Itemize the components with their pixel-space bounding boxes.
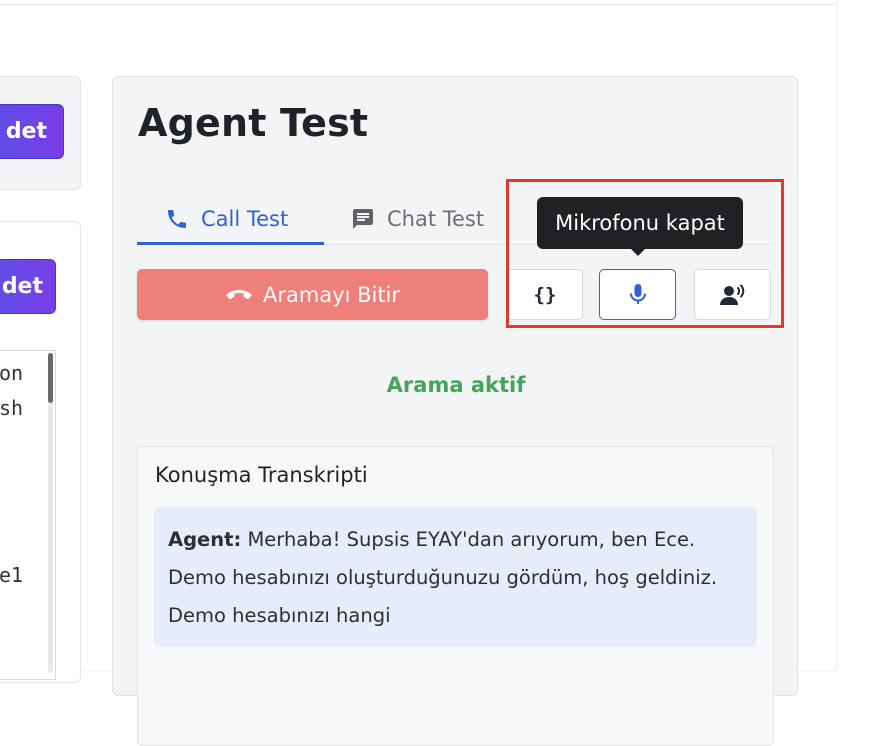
agent-test-card: Agent Test Call Test Chat Test Aramayı B…: [112, 76, 798, 746]
left-panel-card: det: [0, 76, 81, 190]
header-divider: [0, 4, 836, 5]
message-text: Merhaba! Supsis EYAY'dan arıyorum, ben E…: [168, 528, 718, 627]
hang-up-icon: [225, 289, 252, 299]
call-status: Arama aktif: [386, 373, 526, 397]
tab-chat-test[interactable]: Chat Test: [351, 193, 484, 245]
tab-chat-test-label: Chat Test: [387, 207, 485, 231]
active-tab-indicator: [137, 242, 324, 245]
message-speaker: Agent:: [168, 528, 242, 551]
end-call-button[interactable]: Aramayı Bitir: [137, 269, 488, 320]
highlight-annotation: [506, 179, 784, 328]
left-list-text: sh: [0, 396, 24, 420]
left-action-button-top[interactable]: det: [0, 104, 64, 159]
left-action-button-bottom[interactable]: det: [0, 259, 56, 314]
tab-call-test[interactable]: Call Test: [165, 193, 288, 245]
chat-icon: [353, 209, 373, 229]
transcript-title: Konuşma Transkripti: [155, 463, 368, 487]
transcript-message: Agent: Merhaba! Supsis EYAY'dan arıyorum…: [154, 507, 757, 647]
left-list-text: on: [0, 361, 24, 385]
left-action-button-top-label: det: [5, 119, 47, 144]
left-list-panel[interactable]: on sh e1: [0, 350, 56, 680]
left-list-text: e1: [0, 563, 24, 587]
left-action-button-bottom-label: det: [1, 274, 43, 299]
end-call-label: Aramayı Bitir: [262, 282, 401, 307]
phone-icon: [168, 210, 186, 228]
scrollbar-thumb[interactable]: [48, 353, 53, 403]
page-title: Agent Test: [138, 101, 369, 145]
transcript-panel: Konuşma Transkripti Agent: Merhaba! Sups…: [137, 446, 774, 746]
tab-call-test-label: Call Test: [201, 207, 289, 231]
